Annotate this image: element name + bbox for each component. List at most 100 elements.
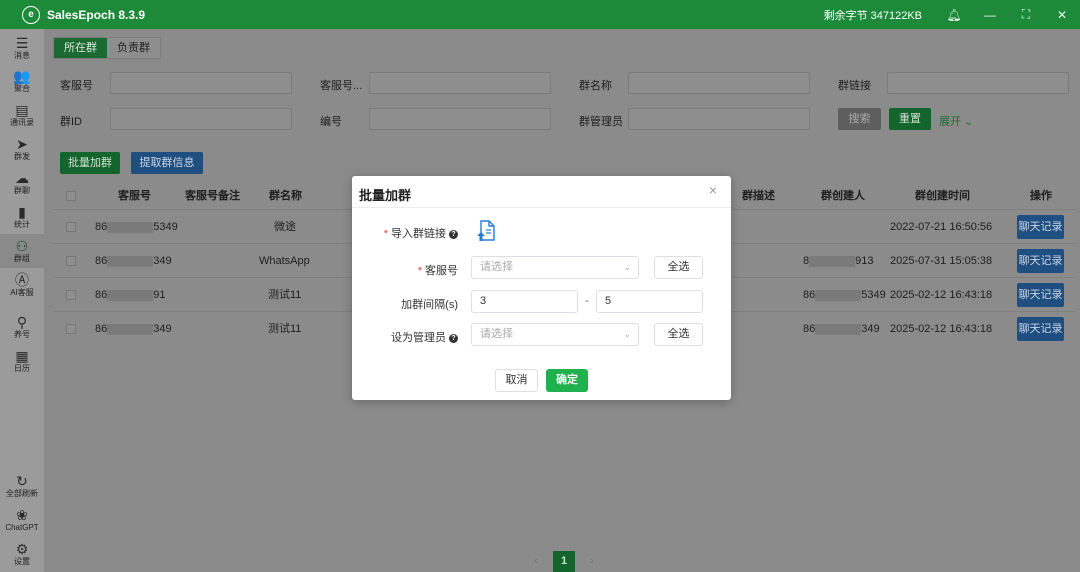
created-time-cell: 2022-07-21 16:50:56 <box>890 221 993 233</box>
row-checkbox[interactable] <box>66 256 76 266</box>
users-aggregate-icon: 👥 <box>13 67 31 84</box>
chat-history-button[interactable]: 聊天记录 <box>1017 283 1064 307</box>
page-1-button[interactable]: 1 <box>553 551 575 572</box>
group-chat-icon: ☁ <box>15 169 29 186</box>
sidebar-item-group-chat[interactable]: ☁ 群聊 <box>0 166 44 200</box>
prev-page-button[interactable]: ‹ <box>525 551 547 572</box>
chatgpt-icon: ❀ <box>16 506 28 523</box>
sidebar-item-refresh-all[interactable]: ↻ 全部刷新 <box>0 469 44 503</box>
filter-label-agent: 客服号 <box>60 80 93 92</box>
expand-toggle[interactable]: 展开 ⌄ <box>939 113 973 129</box>
row-checkbox[interactable] <box>66 290 76 300</box>
admin-select[interactable]: 请选择 ⌄ <box>471 323 639 346</box>
gear-icon: ⚙ <box>15 540 29 557</box>
group-name-cell: 微途 <box>274 221 296 233</box>
help-icon[interactable]: ? <box>449 229 458 239</box>
redacted-block <box>107 221 154 233</box>
chat-bubble-icon: ☰ <box>15 34 29 51</box>
created-time-cell: 2025-07-31 15:05:38 <box>890 255 993 267</box>
close-icon[interactable]: × <box>709 182 717 198</box>
range-separator: - <box>585 295 589 307</box>
paper-plane-icon: ➤ <box>16 135 28 152</box>
row-checkbox[interactable] <box>66 222 76 232</box>
sidebar-item-chatgpt[interactable]: ❀ ChatGPT <box>0 503 44 537</box>
interval-min-input[interactable]: 3 <box>471 290 578 313</box>
redacted-block <box>815 323 862 335</box>
maximize-button[interactable]: ⛶ <box>1008 7 1044 22</box>
address-book-icon: ▤ <box>15 101 29 118</box>
sidebar-item-groups[interactable]: ⚇ 群组 <box>0 234 44 268</box>
sidebar-item-account-care[interactable]: ⚲ 养号 <box>0 310 44 344</box>
select-all-admins-button[interactable]: 全选 <box>654 323 703 346</box>
help-icon[interactable]: ? <box>449 333 458 343</box>
sidebar-item-ai-service[interactable]: Ⓐ AI客服 <box>0 268 44 302</box>
ai-icon: Ⓐ <box>15 271 29 288</box>
group-name-cell: 测试11 <box>268 289 302 301</box>
group-admin-input[interactable] <box>628 108 810 130</box>
close-button[interactable]: ✕ <box>1044 8 1080 22</box>
tab-my-groups[interactable]: 所在群 <box>54 38 107 58</box>
chevron-down-icon: ⌄ <box>623 262 631 272</box>
upload-file-icon[interactable] <box>476 220 496 242</box>
next-page-button[interactable]: › <box>581 551 603 572</box>
tab-managed-groups[interactable]: 负责群 <box>107 38 160 58</box>
number-input[interactable] <box>369 108 551 130</box>
interval-max-input[interactable]: 5 <box>596 290 703 313</box>
agent-note-input[interactable] <box>369 72 551 94</box>
group-id-input[interactable] <box>110 108 292 130</box>
sidebar-item-aggregate[interactable]: 👥 聚合 <box>0 64 44 98</box>
sidebar-item-messages[interactable]: ☰ 消息 <box>0 31 44 65</box>
extract-info-button[interactable]: 提取群信息 <box>131 152 203 174</box>
filter-label-number: 编号 <box>320 116 342 128</box>
agent-input[interactable] <box>110 72 292 94</box>
reset-button[interactable]: 重置 <box>889 108 931 130</box>
group-name-input[interactable] <box>628 72 810 94</box>
pagination: ‹ 1 › <box>53 551 1076 572</box>
group-icon: ⚇ <box>15 237 29 254</box>
confirm-button[interactable]: 确定 <box>546 369 588 392</box>
admin-label: 设为管理员? <box>391 329 458 345</box>
account-care-icon: ⚲ <box>16 313 28 330</box>
redacted-block <box>107 323 154 335</box>
select-all-checkbox[interactable] <box>66 191 76 201</box>
group-link-input[interactable] <box>887 72 1069 94</box>
batch-join-dialog: 批量加群 × * 导入群链接? * 客服号 请选择 ⌄ 全选 加群间隔(s) 3 -… <box>352 176 731 400</box>
group-name-cell: WhatsApp <box>259 255 310 267</box>
search-button[interactable]: 搜索 <box>838 108 881 130</box>
chat-history-button[interactable]: 聊天记录 <box>1017 249 1064 273</box>
minimize-button[interactable]: — <box>972 8 1008 22</box>
app-logo: e <box>22 5 40 24</box>
redacted-block <box>815 289 862 301</box>
sidebar-item-broadcast[interactable]: ➤ 群发 <box>0 132 44 166</box>
batch-join-button[interactable]: 批量加群 <box>60 152 120 174</box>
chat-history-button[interactable]: 聊天记录 <box>1017 215 1064 239</box>
sidebar-item-settings[interactable]: ⚙ 设置 <box>0 537 44 571</box>
bell-icon[interactable]: 🔔︎ <box>936 8 972 22</box>
dialog-title: 批量加群 <box>359 188 412 203</box>
quota-text: 剩余字节 347122KB <box>823 9 922 22</box>
filter-label-group-admin: 群管理员 <box>579 116 623 128</box>
import-link-label: * 导入群链接? <box>384 225 458 241</box>
redacted-block <box>107 289 154 301</box>
redacted-block <box>809 255 856 267</box>
agent-select[interactable]: 请选择 ⌄ <box>471 256 639 279</box>
sidebar-item-calendar[interactable]: ▦ 日历 <box>0 344 44 378</box>
select-all-agents-button[interactable]: 全选 <box>654 256 703 279</box>
group-name-cell: 测试11 <box>268 323 302 335</box>
filter-label-group-link: 群链接 <box>838 80 871 92</box>
chat-history-button[interactable]: 聊天记录 <box>1017 317 1064 341</box>
interval-label: 加群间隔(s) <box>401 299 458 311</box>
refresh-icon: ↻ <box>16 472 28 489</box>
redacted-block <box>107 255 154 267</box>
cancel-button[interactable]: 取消 <box>495 369 538 392</box>
dialog-divider <box>352 207 731 208</box>
sidebar-item-stats[interactable]: ▮ 统计 <box>0 200 44 234</box>
created-time-cell: 2025-02-12 16:43:18 <box>890 289 993 301</box>
title-bar: e SalesEpoch 8.3.9 剩余字节 347122KB 🔔︎ — ⛶ … <box>0 0 1080 29</box>
filter-label-agent-note: 客服号... <box>320 80 363 92</box>
sidebar-item-contacts[interactable]: ▤ 通讯录 <box>0 98 44 132</box>
row-checkbox[interactable] <box>66 324 76 334</box>
group-tabs: 所在群 负责群 <box>53 37 161 59</box>
bar-chart-icon: ▮ <box>18 203 26 220</box>
sidebar: ☰ 消息 👥 聚合 ▤ 通讯录 ➤ 群发 ☁ 群聊 ▮ 统计 ⚇ 群组 Ⓐ AI客服 ⚲ 养号 ▦… <box>0 29 44 572</box>
